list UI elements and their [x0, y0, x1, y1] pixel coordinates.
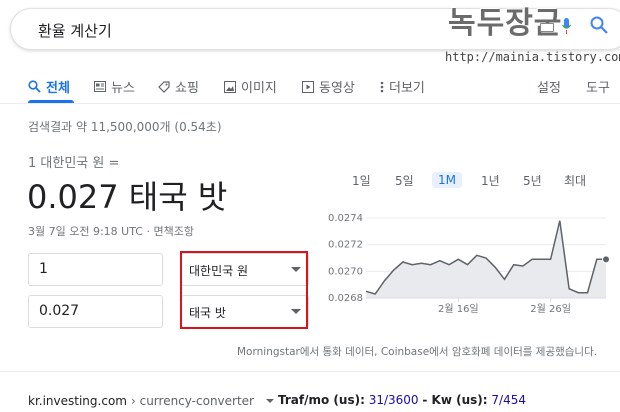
x-tick-label: 2월 16일 — [438, 303, 479, 315]
highlight-box — [180, 251, 308, 329]
tools-link[interactable]: 도구 — [586, 77, 610, 96]
tab-images[interactable]: 이미지 — [224, 77, 277, 96]
result-site[interactable]: kr.investing.com — [28, 394, 127, 408]
news-icon — [94, 81, 106, 92]
range-1d[interactable]: 1일 — [352, 172, 371, 189]
tab-label: 쇼핑 — [175, 81, 199, 96]
search-icon[interactable] — [590, 16, 608, 34]
range-1y[interactable]: 1년 — [481, 172, 500, 189]
result-path: › currency-converter — [130, 394, 254, 408]
tab-label: 이미지 — [241, 81, 277, 96]
search-query-text[interactable]: 환율 계산기 — [38, 20, 112, 41]
to-amount-input[interactable]: 0.027 — [28, 295, 163, 328]
tab-label: 뉴스 — [111, 81, 135, 96]
range-1m[interactable]: 1M — [432, 172, 462, 188]
traffic-label: Traf/mo (us): — [278, 393, 365, 407]
chevron-down-icon[interactable] — [265, 399, 274, 403]
keyboard-icon[interactable] — [540, 23, 554, 32]
y-tick-label: 0.0274 — [328, 213, 363, 224]
y-tick-label: 0.0268 — [328, 293, 363, 304]
traffic-value[interactable]: 31/3600 — [369, 393, 419, 407]
tabs-divider — [0, 103, 620, 104]
tab-videos[interactable]: 동영상 — [302, 77, 355, 96]
tab-all[interactable]: 전체 — [28, 77, 70, 96]
range-max[interactable]: 최대 — [564, 172, 586, 189]
tab-shopping[interactable]: 쇼핑 — [158, 77, 199, 96]
traffic-stats: Traf/mo (us): 31/3600 - Kw (us): 7/454 — [278, 393, 526, 407]
tab-news[interactable]: 뉴스 — [94, 77, 135, 96]
watermark-logo-text: 녹두장군 — [448, 6, 563, 41]
settings-label: 설정 — [537, 81, 561, 96]
last-value-point — [602, 255, 610, 264]
exchange-rate-chart[interactable]: 0.0274 0.0272 0.0270 0.0268 2월 16일 2월 26일 — [318, 202, 620, 332]
more-icon — [380, 81, 384, 92]
range-5y[interactable]: 5년 — [523, 172, 542, 189]
source-note: Morningstar에서 통화 데이터, Coinbase에서 암호화폐 데이… — [237, 346, 598, 358]
x-tick-label: 2월 26일 — [530, 303, 571, 315]
settings-link[interactable]: 설정 — [537, 77, 561, 96]
keyword-value[interactable]: 7/454 — [491, 393, 526, 407]
tab-label: 동영상 — [319, 81, 355, 96]
tab-label: 더보기 — [389, 81, 425, 96]
tag-icon — [158, 80, 170, 93]
video-icon — [302, 80, 314, 93]
from-amount-input[interactable]: 1 — [28, 253, 163, 286]
y-tick-label: 0.0270 — [328, 266, 363, 277]
microphone-icon[interactable] — [562, 18, 571, 34]
result-url[interactable]: kr.investing.com › currency-converter — [28, 394, 274, 408]
keyword-label: - Kw (us): — [422, 393, 488, 407]
series-area — [366, 220, 606, 298]
range-5d[interactable]: 5일 — [395, 172, 414, 189]
converter-timestamp: 3월 7일 오전 9:18 UTC · 면책조항 — [28, 225, 194, 238]
converter-result: 0.027 태국 밧 — [27, 178, 228, 216]
converter-from-line: 1 대한민국 원 = — [28, 156, 120, 171]
tab-label: 전체 — [46, 81, 70, 96]
section-divider — [0, 371, 620, 372]
watermark-url: http://mainia.tistory.com — [445, 50, 620, 64]
search-icon — [28, 80, 41, 93]
image-icon — [224, 80, 236, 93]
search-tabs: 전체 뉴스 쇼핑 이미지 동영상 더보기 설정 도구 — [0, 72, 620, 103]
tab-more[interactable]: 더보기 — [380, 77, 425, 96]
y-tick-label: 0.0272 — [328, 240, 363, 251]
result-stats: 검색결과 약 11,500,000개 (0.54초) — [28, 120, 222, 134]
tools-label: 도구 — [586, 81, 610, 96]
